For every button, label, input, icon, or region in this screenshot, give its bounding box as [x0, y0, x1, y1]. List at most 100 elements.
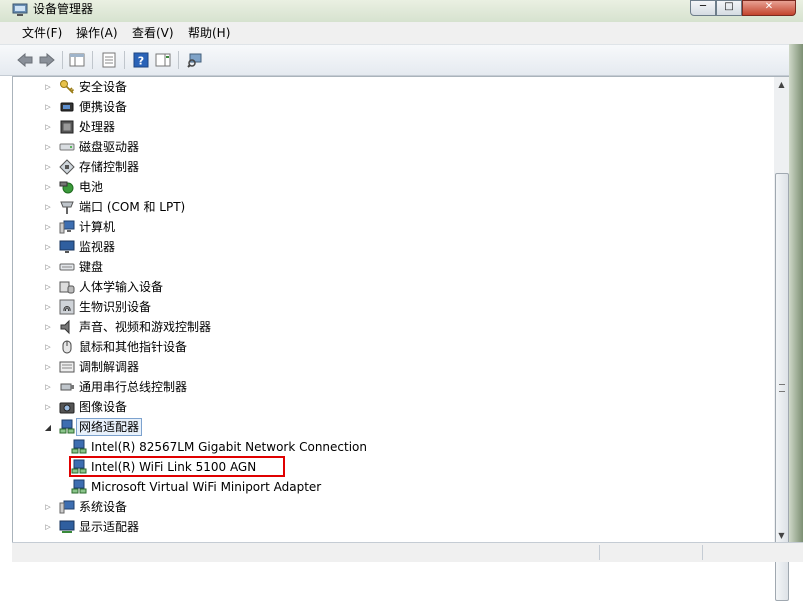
disk-drive-icon: [59, 139, 75, 155]
tree-category[interactable]: ▷ 声音、视频和游戏控制器: [43, 317, 211, 337]
menu-view[interactable]: 查看(V): [132, 26, 174, 40]
scrollbar-grip: [779, 384, 785, 392]
collapse-arrow-icon[interactable]: ◢: [43, 423, 53, 432]
tree-category[interactable]: ▷ 图像设备: [43, 397, 127, 417]
fingerprint-icon: [59, 299, 75, 315]
portable-device-icon: [59, 99, 75, 115]
tree-category-network-adapters[interactable]: ◢ 网络适配器: [43, 417, 143, 437]
expand-arrow-icon[interactable]: ▷: [43, 163, 53, 171]
expand-arrow-icon[interactable]: ▷: [43, 83, 53, 91]
tree-category[interactable]: ▷ 监视器: [43, 237, 115, 257]
expand-arrow-icon[interactable]: ▷: [43, 383, 53, 391]
expand-arrow-icon[interactable]: ▷: [43, 203, 53, 211]
minimize-button[interactable]: ─: [690, 0, 716, 16]
menu-action[interactable]: 操作(A): [76, 26, 118, 40]
tree-category[interactable]: ▷ 处理器: [43, 117, 115, 137]
hid-icon: [59, 279, 75, 295]
back-arrow-icon[interactable]: [16, 51, 34, 69]
highlight-box: [69, 456, 285, 477]
device-manager-app-icon: [12, 3, 28, 17]
tree-category[interactable]: ▷ 便携设备: [43, 97, 127, 117]
toolbar-separator: [62, 51, 63, 69]
status-cell: [599, 545, 690, 560]
expand-arrow-icon[interactable]: ▷: [43, 403, 53, 411]
expand-arrow-icon[interactable]: ▷: [43, 303, 53, 311]
monitor-icon: [59, 239, 75, 255]
tree-category[interactable]: ▷ 电池: [43, 177, 103, 197]
tree-category[interactable]: ▷ 存储控制器: [43, 157, 139, 177]
expand-arrow-icon[interactable]: ▷: [43, 263, 53, 271]
action-pane-icon[interactable]: [154, 51, 172, 69]
expand-arrow-icon[interactable]: ▷: [43, 143, 53, 151]
tree-category[interactable]: ▷ 键盘: [43, 257, 103, 277]
window-frame-edge: [789, 44, 803, 542]
keyboard-icon: [59, 259, 75, 275]
storage-controller-icon: [59, 159, 75, 175]
expand-arrow-icon[interactable]: ▷: [43, 283, 53, 291]
expand-arrow-icon[interactable]: ▷: [43, 323, 53, 331]
display-adapter-icon: [59, 519, 75, 535]
network-adapter-icon: [71, 439, 87, 455]
scroll-up-arrow-icon[interactable]: ▲: [774, 77, 789, 92]
tree-category[interactable]: ▷ 通用串行总线控制器: [43, 377, 187, 397]
network-adapter-label: Microsoft Virtual WiFi Miniport Adapter: [91, 480, 322, 494]
tree-category-label: 电池: [79, 180, 104, 194]
menu-help[interactable]: 帮助(H): [188, 26, 230, 40]
network-adapter-icon: [59, 419, 75, 435]
tree-category-label: 键盘: [79, 260, 104, 274]
tree-category[interactable]: ▷ 安全设备: [43, 77, 127, 97]
tree-category-label: 鼠标和其他指针设备: [79, 340, 188, 354]
tree-category-label: 端口 (COM 和 LPT): [79, 200, 186, 214]
show-hide-tree-icon[interactable]: [68, 51, 86, 69]
tree-category-label: 调制解调器: [79, 360, 140, 374]
tree-category[interactable]: ▷ 系统设备: [43, 497, 127, 517]
expand-arrow-icon[interactable]: ▷: [43, 103, 53, 111]
title-bar: 设备管理器 ─ □ ✕: [0, 0, 803, 22]
scroll-down-arrow-icon[interactable]: ▼: [774, 528, 789, 543]
port-icon: [59, 199, 75, 215]
tree-category[interactable]: ▷ 人体学输入设备: [43, 277, 163, 297]
tree-category[interactable]: ▷ 生物识别设备: [43, 297, 151, 317]
status-bar: [12, 542, 803, 562]
close-button[interactable]: ✕: [742, 0, 796, 16]
tree-category-label: 处理器: [79, 120, 116, 134]
expand-arrow-icon[interactable]: ▷: [43, 363, 53, 371]
help-icon[interactable]: ?: [132, 51, 150, 69]
expand-arrow-icon[interactable]: ▷: [43, 523, 53, 531]
toolbar-separator: [124, 51, 125, 69]
network-adapter-icon: [71, 479, 87, 495]
scan-hardware-icon[interactable]: [186, 51, 204, 69]
network-adapter-item[interactable]: Microsoft Virtual WiFi Miniport Adapter: [65, 477, 321, 497]
network-adapter-item[interactable]: Intel(R) 82567LM Gigabit Network Connect…: [65, 437, 367, 457]
tree-category-label: 显示适配器: [79, 520, 140, 534]
maximize-button[interactable]: □: [716, 0, 742, 16]
expand-arrow-icon[interactable]: ▷: [43, 183, 53, 191]
tree-category-label: 声音、视频和游戏控制器: [79, 320, 212, 334]
vertical-scrollbar[interactable]: ▲ ▼: [774, 76, 789, 601]
tree-category[interactable]: ▷ 磁盘驱动器: [43, 137, 139, 157]
expand-arrow-icon[interactable]: ▷: [43, 343, 53, 351]
forward-arrow-icon[interactable]: [38, 51, 56, 69]
expand-arrow-icon[interactable]: ▷: [43, 503, 53, 511]
svg-text:?: ?: [138, 55, 144, 68]
menu-file[interactable]: 文件(F): [22, 26, 62, 40]
tree-category[interactable]: ▷ 显示适配器: [43, 517, 139, 537]
tree-category[interactable]: ▷ 计算机: [43, 217, 115, 237]
properties-icon[interactable]: [100, 51, 118, 69]
network-adapter-label: Intel(R) 82567LM Gigabit Network Connect…: [91, 440, 367, 454]
tree-category-label: 系统设备: [79, 500, 128, 514]
expand-arrow-icon[interactable]: ▷: [43, 123, 53, 131]
usb-icon: [59, 379, 75, 395]
status-cell: [702, 545, 793, 560]
toolbar-separator: [178, 51, 179, 69]
tree-category-label: 监视器: [79, 240, 116, 254]
tree-category[interactable]: ▷ 端口 (COM 和 LPT): [43, 197, 185, 217]
battery-icon: [59, 179, 75, 195]
toolbar-separator: [92, 51, 93, 69]
tree-category[interactable]: ▷ 调制解调器: [43, 357, 139, 377]
expand-arrow-icon[interactable]: ▷: [43, 223, 53, 231]
expand-arrow-icon[interactable]: ▷: [43, 243, 53, 251]
processor-icon: [59, 119, 75, 135]
tree-category[interactable]: ▷ 鼠标和其他指针设备: [43, 337, 187, 357]
key-icon: [59, 79, 75, 95]
